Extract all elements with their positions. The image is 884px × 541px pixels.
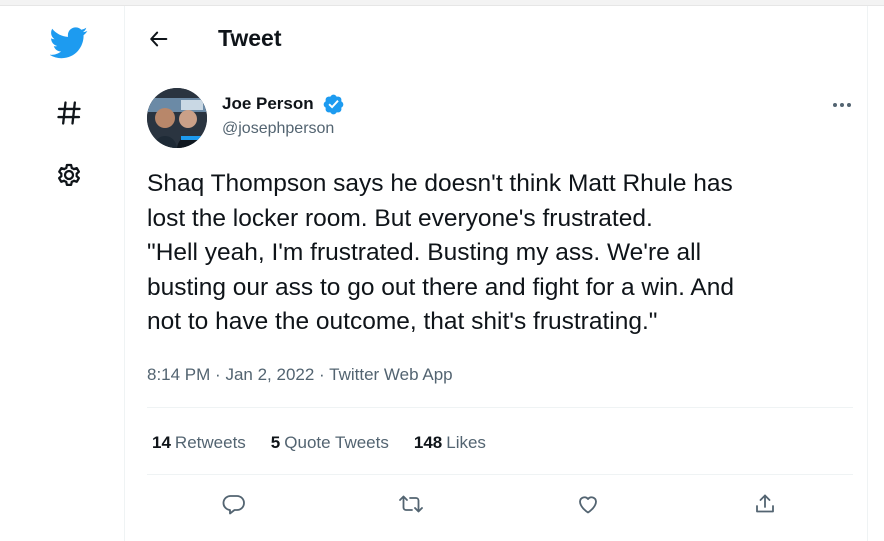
tweet-text: Shaq Thompson says he doesn't think Matt… (147, 170, 735, 335)
tweet-action-bar (125, 484, 869, 528)
tweet-meta: 8:14 PM · Jan 2, 2022 · Twitter Web App (147, 365, 453, 385)
more-options-icon[interactable] (825, 90, 859, 120)
avatar[interactable] (147, 88, 207, 148)
verified-badge-icon (322, 93, 345, 116)
meta-separator: · (215, 365, 221, 384)
share-icon[interactable] (745, 484, 785, 524)
app-window: Tweet Joe Person @josephperson Shaq Thom… (0, 0, 884, 541)
retweets-stat[interactable]: 14 Retweets (152, 433, 246, 453)
quote-tweets-count: 5 (270, 433, 281, 452)
divider (147, 474, 853, 475)
likes-count: 148 (413, 433, 443, 452)
author-name[interactable]: Joe Person (222, 94, 314, 114)
meta-separator: · (319, 365, 325, 384)
tweet-time[interactable]: 8:14 PM (147, 365, 210, 384)
retweet-icon[interactable] (391, 484, 431, 524)
tweet-source[interactable]: Twitter Web App (329, 365, 452, 384)
like-icon[interactable] (568, 484, 608, 524)
author-handle[interactable]: @josephperson (222, 120, 334, 138)
divider (147, 407, 853, 408)
hashtag-icon[interactable] (46, 90, 92, 136)
tweet-date[interactable]: Jan 2, 2022 (225, 365, 314, 384)
tweet-stats: 14 Retweets 5 Quote Tweets 148 Likes (152, 433, 511, 453)
retweets-count: 14 (152, 433, 171, 452)
page-header: Tweet (125, 6, 869, 64)
quote-tweets-label: Quote Tweets (284, 433, 389, 452)
gear-icon[interactable] (46, 152, 92, 198)
quote-tweets-stat[interactable]: 5 Quote Tweets (271, 433, 389, 453)
reply-icon[interactable] (214, 484, 254, 524)
likes-stat[interactable]: 148 Likes (414, 433, 486, 453)
tweet-detail-column: Tweet Joe Person @josephperson Shaq Thom… (124, 6, 868, 541)
retweets-label: Retweets (174, 433, 246, 452)
likes-label: Likes (446, 433, 486, 452)
left-nav (0, 6, 124, 541)
back-arrow-icon[interactable] (143, 23, 175, 55)
twitter-logo-icon[interactable] (44, 22, 94, 64)
page-title: Tweet (218, 25, 282, 51)
